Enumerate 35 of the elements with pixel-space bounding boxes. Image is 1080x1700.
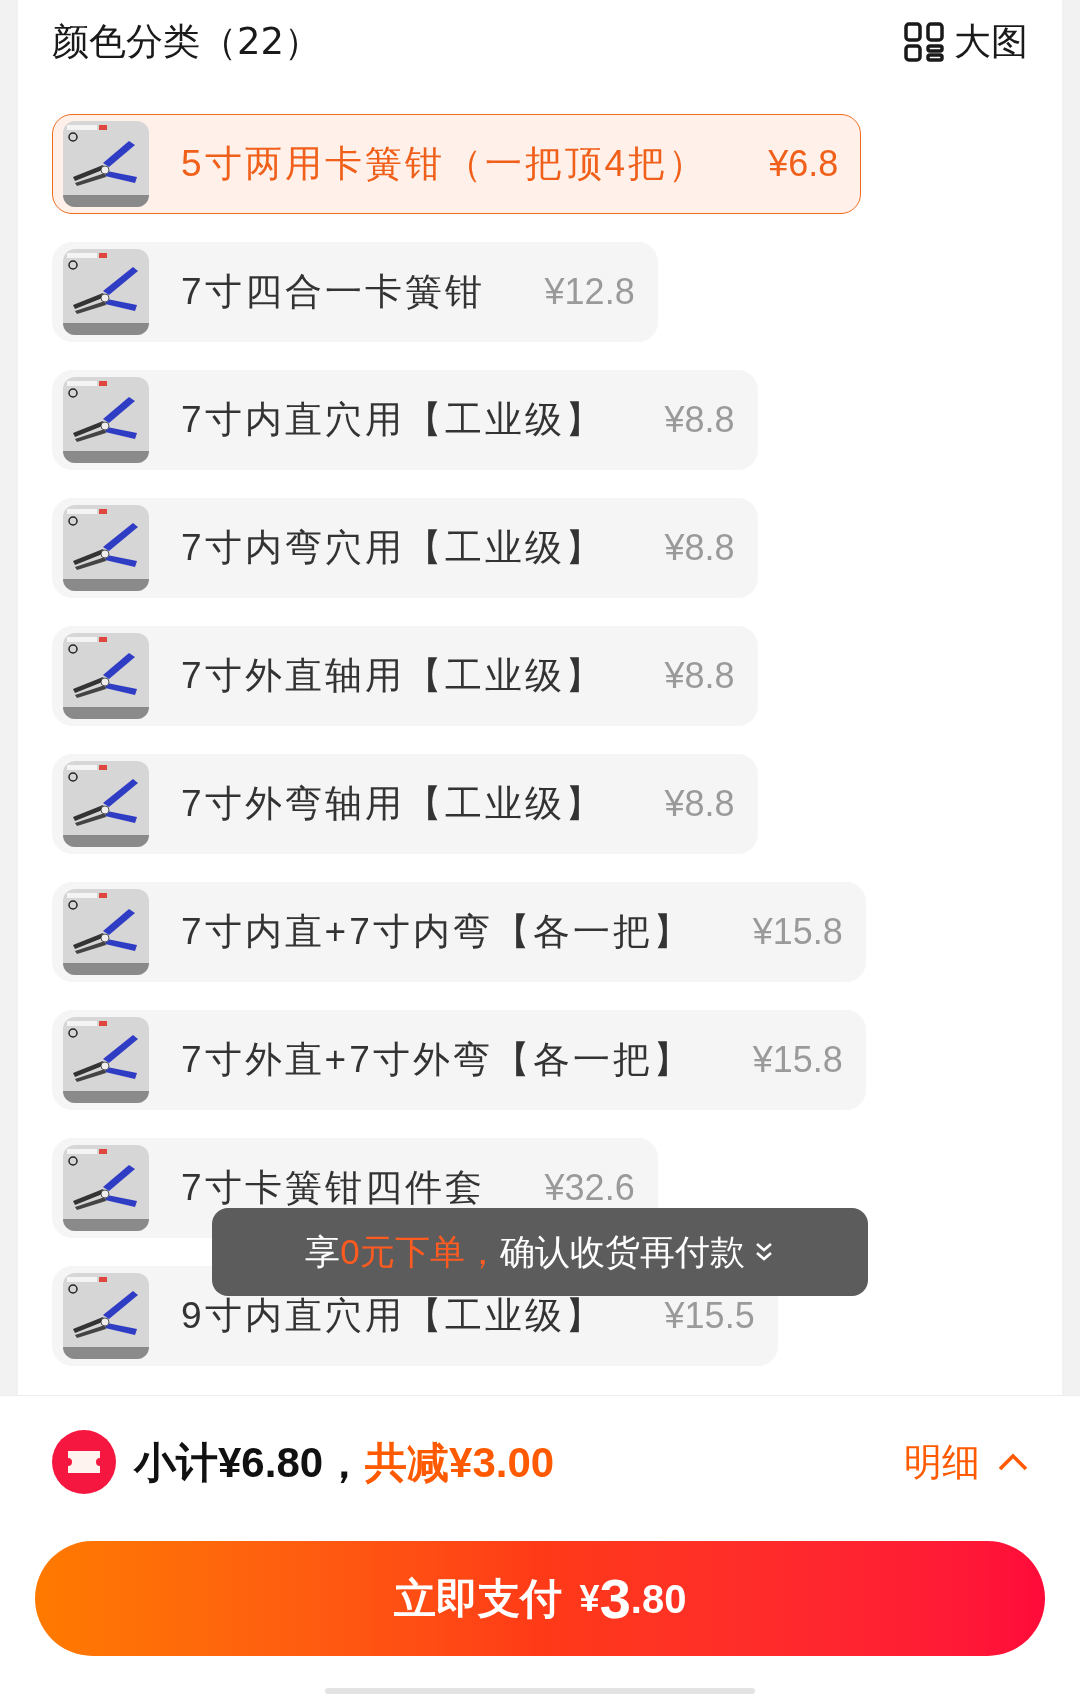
option-price: ¥6.8: [768, 142, 839, 186]
option-price: ¥15.8: [752, 1038, 843, 1082]
option-price: ¥8.8: [664, 782, 735, 826]
pay-now-button[interactable]: 立即支付 ¥3.80: [35, 1541, 1045, 1656]
discount-text: 共减¥3.00: [365, 1437, 555, 1488]
option-price: ¥15.8: [752, 910, 843, 954]
coupon-icon: [52, 1430, 116, 1494]
chevron-up-icon: [998, 1453, 1028, 1471]
option-name: 9寸内直穴用【工业级】: [181, 1294, 605, 1339]
option-price: ¥12.8: [544, 270, 635, 314]
option-price: ¥8.8: [664, 654, 735, 698]
option-chip[interactable]: 7寸四合一卡簧钳 ¥12.8: [52, 242, 658, 342]
option-name: 7寸内直+7寸内弯【各一把】: [181, 910, 693, 955]
option-chip[interactable]: 7寸内直穴用【工业级】 ¥8.8: [52, 370, 758, 470]
option-name: 7寸外直轴用【工业级】: [181, 654, 605, 699]
option-name: 7寸四合一卡簧钳: [181, 270, 485, 315]
option-chip[interactable]: 7寸内直+7寸内弯【各一把】 ¥15.8: [52, 882, 866, 982]
option-chip[interactable]: 7寸外弯轴用【工业级】 ¥8.8: [52, 754, 758, 854]
large-image-toggle[interactable]: 大图: [904, 14, 1028, 70]
option-chip[interactable]: 7寸外直+7寸外弯【各一把】 ¥15.8: [52, 1010, 866, 1110]
option-name: 7寸外弯轴用【工业级】: [181, 782, 605, 827]
grid-icon: [904, 22, 944, 62]
option-price: ¥8.8: [664, 398, 735, 442]
option-chip[interactable]: 7寸外直轴用【工业级】 ¥8.8: [52, 626, 758, 726]
option-name: 5寸两用卡簧钳（一把顶4把）: [181, 142, 709, 187]
subtotal-text: 小计¥6.80，: [134, 1437, 366, 1488]
option-price: ¥15.5: [664, 1294, 755, 1338]
option-chip[interactable]: 7寸内弯穴用【工业级】 ¥8.8: [52, 498, 758, 598]
option-name: 7寸外直+7寸外弯【各一把】: [181, 1038, 693, 1083]
option-price: ¥8.8: [664, 526, 735, 570]
option-name: 7寸内弯穴用【工业级】: [181, 526, 605, 571]
option-name: 7寸卡簧钳四件套: [181, 1166, 485, 1211]
section-title: 颜色分类（22）: [52, 19, 322, 66]
option-name: 7寸内直穴用【工业级】: [181, 398, 605, 443]
option-price: ¥32.6: [544, 1166, 635, 1210]
